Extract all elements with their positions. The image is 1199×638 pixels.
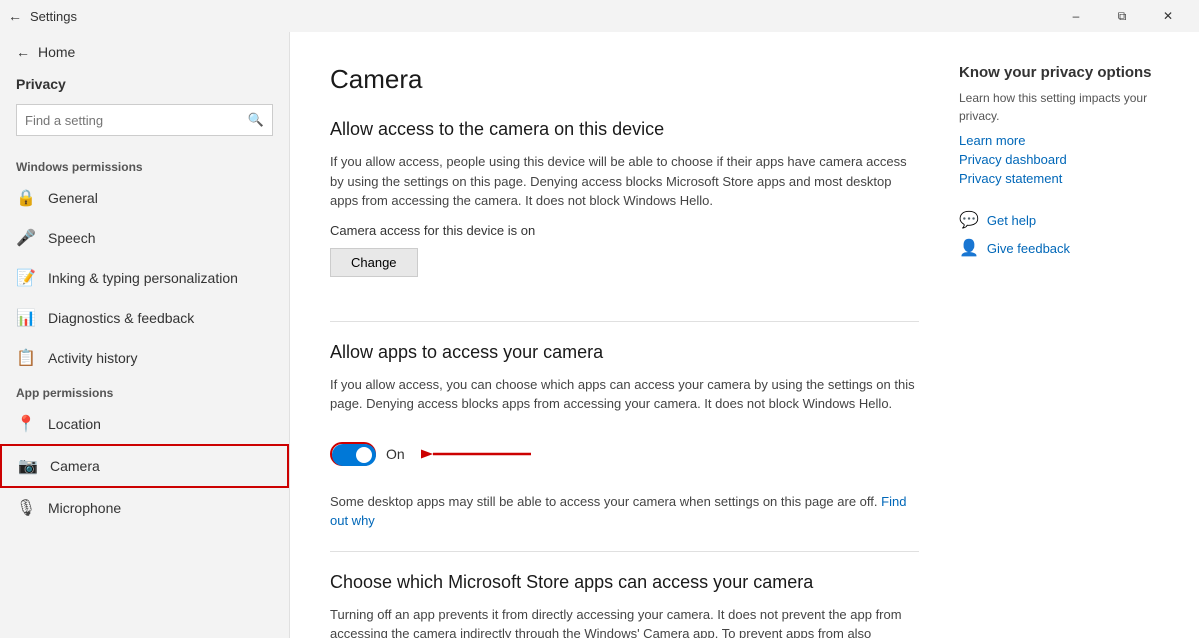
right-sidebar: Know your privacy options Learn how this… bbox=[959, 64, 1159, 606]
divider1 bbox=[330, 321, 919, 322]
sidebar-item-camera[interactable]: 📷 Camera bbox=[0, 444, 289, 488]
windows-permissions-label: Windows permissions bbox=[0, 152, 289, 178]
main-content-area: Camera Allow access to the camera on thi… bbox=[290, 32, 1199, 638]
app-container: ← Home Privacy 🔍 Windows permissions 🔒 G… bbox=[0, 32, 1199, 638]
get-help-label: Get help bbox=[987, 213, 1036, 228]
back-arrow-icon: ← bbox=[16, 44, 30, 60]
back-icon[interactable]: ← bbox=[8, 8, 22, 24]
diagnostics-icon: 📊 bbox=[16, 308, 36, 328]
sidebar-item-location[interactable]: 📍 Location bbox=[0, 404, 289, 444]
privacy-options-section: Know your privacy options Learn how this… bbox=[959, 64, 1159, 186]
search-box[interactable]: 🔍 bbox=[16, 104, 273, 136]
sidebar-item-activity[interactable]: 📋 Activity history bbox=[0, 338, 289, 378]
toggle-arrow-annotation bbox=[421, 439, 541, 469]
section1-description: If you allow access, people using this d… bbox=[330, 152, 919, 211]
change-button[interactable]: Change bbox=[330, 248, 418, 277]
titlebar: ← Settings ‒ ⧉ ✕ bbox=[0, 0, 1199, 32]
get-help-link[interactable]: 💬 Get help bbox=[959, 210, 1159, 230]
give-feedback-icon: 👤 bbox=[959, 238, 979, 258]
privacy-label: Privacy bbox=[0, 72, 289, 104]
location-icon: 📍 bbox=[16, 414, 36, 434]
activity-icon: 📋 bbox=[16, 348, 36, 368]
microphone-icon: 🎙 bbox=[16, 498, 36, 518]
sidebar-home-label: Home bbox=[38, 44, 75, 60]
lock-icon: 🔒 bbox=[16, 188, 36, 208]
inking-label: Inking & typing personalization bbox=[48, 270, 238, 286]
toggle-label: On bbox=[386, 446, 405, 462]
location-label: Location bbox=[48, 416, 101, 432]
camera-status: Camera access for this device is on bbox=[330, 223, 919, 238]
help-section: 💬 Get help 👤 Give feedback bbox=[959, 210, 1159, 258]
microphone-label: Microphone bbox=[48, 500, 121, 516]
close-button[interactable]: ✕ bbox=[1145, 0, 1191, 32]
maximize-button[interactable]: ⧉ bbox=[1099, 0, 1145, 32]
diagnostics-label: Diagnostics & feedback bbox=[48, 310, 194, 326]
section1-title: Allow access to the camera on this devic… bbox=[330, 119, 919, 140]
titlebar-left: ← Settings bbox=[8, 8, 77, 24]
toggle-note: Some desktop apps may still be able to a… bbox=[330, 492, 919, 531]
app-permissions-label: App permissions bbox=[0, 378, 289, 404]
camera-toggle-wrapper[interactable] bbox=[330, 442, 376, 466]
camera-icon: 📷 bbox=[18, 456, 38, 476]
toggle-inner bbox=[332, 444, 376, 466]
learn-more-link[interactable]: Learn more bbox=[959, 133, 1159, 148]
search-input[interactable] bbox=[17, 113, 240, 128]
sidebar-back-button[interactable]: ← Home bbox=[0, 32, 289, 72]
privacy-statement-link[interactable]: Privacy statement bbox=[959, 171, 1159, 186]
titlebar-title: Settings bbox=[30, 9, 77, 24]
privacy-options-desc: Learn how this setting impacts your priv… bbox=[959, 89, 1159, 125]
speech-label: Speech bbox=[48, 230, 95, 246]
main-content: Camera Allow access to the camera on thi… bbox=[330, 64, 919, 606]
sidebar-item-diagnostics[interactable]: 📊 Diagnostics & feedback bbox=[0, 298, 289, 338]
page-title: Camera bbox=[330, 64, 919, 95]
sidebar-item-microphone[interactable]: 🎙 Microphone bbox=[0, 488, 289, 528]
minimize-button[interactable]: ‒ bbox=[1053, 0, 1099, 32]
give-feedback-label: Give feedback bbox=[987, 241, 1070, 256]
sidebar-item-inking[interactable]: 📝 Inking & typing personalization bbox=[0, 258, 289, 298]
search-icon: 🔍 bbox=[240, 112, 272, 128]
general-label: General bbox=[48, 190, 98, 206]
toggle-row: On bbox=[330, 426, 919, 482]
privacy-options-title: Know your privacy options bbox=[959, 64, 1159, 81]
activity-label: Activity history bbox=[48, 350, 137, 366]
give-feedback-link[interactable]: 👤 Give feedback bbox=[959, 238, 1159, 258]
inking-icon: 📝 bbox=[16, 268, 36, 288]
divider2 bbox=[330, 551, 919, 552]
section2-title: Allow apps to access your camera bbox=[330, 342, 919, 363]
note-text: Some desktop apps may still be able to a… bbox=[330, 494, 878, 509]
titlebar-controls: ‒ ⧉ ✕ bbox=[1053, 0, 1191, 32]
camera-label: Camera bbox=[50, 458, 100, 474]
section2-description: If you allow access, you can choose whic… bbox=[330, 375, 919, 414]
sidebar-item-speech[interactable]: 🎤 Speech bbox=[0, 218, 289, 258]
section3-description: Turning off an app prevents it from dire… bbox=[330, 605, 919, 638]
privacy-dashboard-link[interactable]: Privacy dashboard bbox=[959, 152, 1159, 167]
get-help-icon: 💬 bbox=[959, 210, 979, 230]
sidebar: ← Home Privacy 🔍 Windows permissions 🔒 G… bbox=[0, 32, 290, 638]
sidebar-item-general[interactable]: 🔒 General bbox=[0, 178, 289, 218]
section3-title: Choose which Microsoft Store apps can ac… bbox=[330, 572, 919, 593]
toggle-knob bbox=[356, 447, 372, 463]
speech-icon: 🎤 bbox=[16, 228, 36, 248]
toggle-area: On bbox=[330, 442, 405, 466]
